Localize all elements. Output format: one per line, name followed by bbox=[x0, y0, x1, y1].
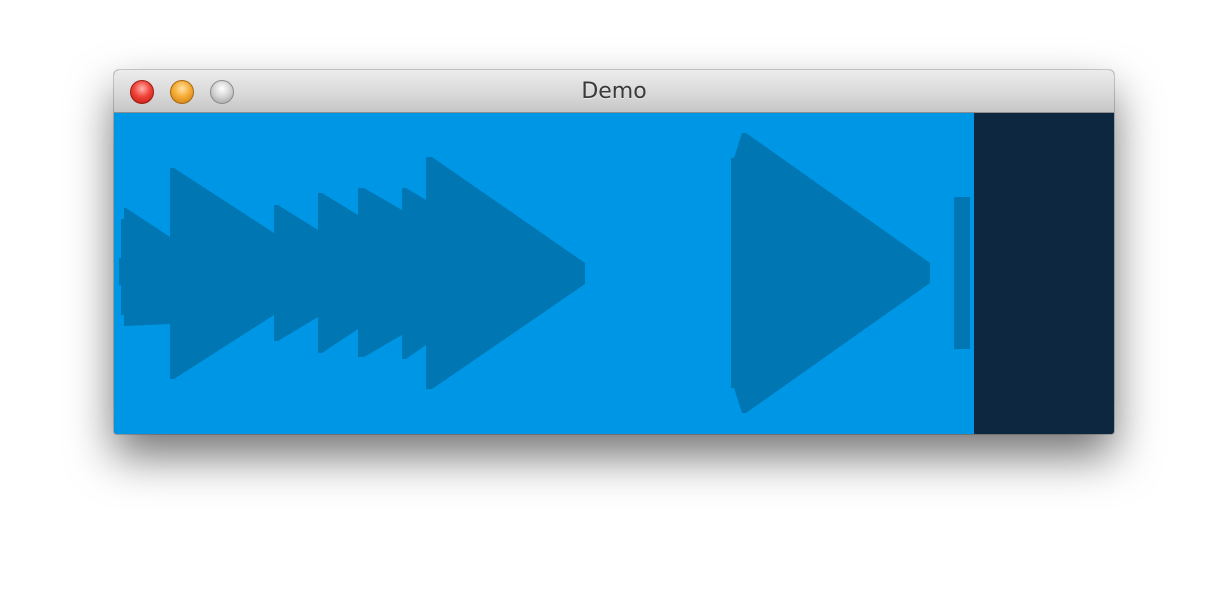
canvas bbox=[114, 113, 1114, 434]
wave-segment bbox=[358, 188, 402, 357]
wave-segment bbox=[318, 193, 358, 353]
content-area bbox=[114, 113, 1114, 434]
window-title: Demo bbox=[581, 79, 647, 104]
title-bar[interactable]: Demo bbox=[114, 70, 1114, 113]
edge-bar bbox=[954, 197, 970, 349]
wave-segment bbox=[402, 188, 426, 359]
dark-panel bbox=[974, 113, 1114, 434]
demo-window: Demo bbox=[114, 70, 1114, 434]
